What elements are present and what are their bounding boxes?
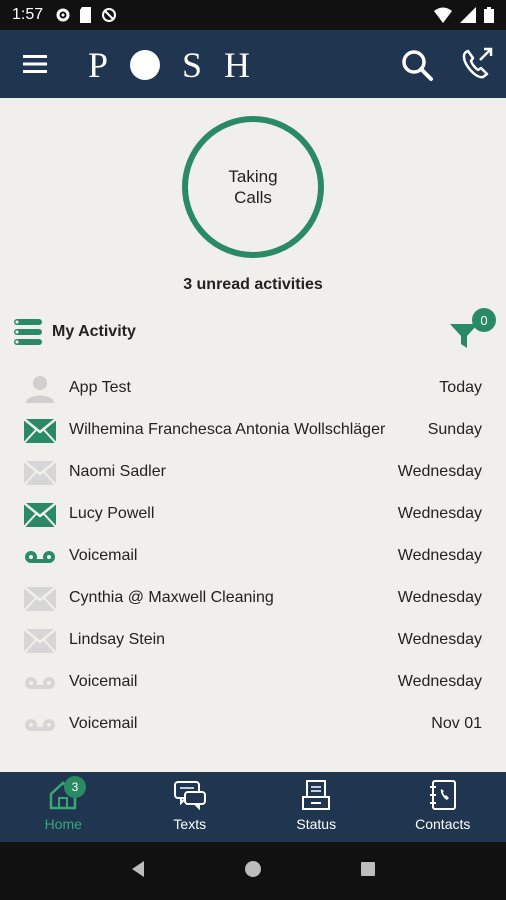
envelope-icon (24, 459, 56, 487)
activity-row[interactable]: Lucy Powell Wednesday (0, 494, 506, 536)
activity-date: Today (439, 379, 482, 396)
settings-icon (56, 8, 70, 22)
availability-line2: Calls (234, 188, 272, 207)
chat-bubbles-icon (173, 778, 207, 812)
home-badge: 3 (64, 776, 86, 798)
filter-count-badge: 0 (472, 308, 496, 332)
availability-status-button[interactable]: Taking Calls (182, 116, 324, 258)
activity-row[interactable]: Lindsay Stein Wednesday (0, 620, 506, 662)
nav-home-label: Home (44, 816, 82, 832)
filter-button[interactable]: 0 (448, 308, 496, 350)
activity-row[interactable]: Voicemail Wednesday (0, 536, 506, 578)
activity-name: Cynthia @ Maxwell Cleaning (69, 589, 274, 606)
blocked-icon (102, 8, 117, 22)
voicemail-icon (24, 543, 56, 571)
nav-home[interactable]: 3 Home (0, 772, 127, 842)
envelope-icon (24, 585, 56, 613)
voicemail-icon (24, 669, 56, 697)
activity-row[interactable]: Naomi Sadler Wednesday (0, 452, 506, 494)
nav-texts[interactable]: Texts (127, 772, 254, 842)
activity-name: Lucy Powell (69, 505, 155, 522)
system-navigation-bar (0, 842, 506, 900)
system-status-bar: 1:57 (0, 0, 506, 30)
availability-line1: Taking (228, 167, 278, 186)
status-tray-icon (299, 778, 333, 812)
activity-date: Sunday (427, 421, 482, 438)
logo-letter-p: P (88, 45, 131, 85)
envelope-icon (24, 501, 56, 529)
status-time: 1:57 (12, 6, 44, 23)
home-circle-icon[interactable] (243, 859, 263, 884)
posh-logo: P SH (88, 44, 272, 86)
phone-outgoing-icon[interactable] (460, 46, 494, 82)
activity-date: Wednesday (397, 589, 482, 606)
unread-activities-text: 3 unread activities (183, 276, 323, 293)
activity-row[interactable]: Cynthia @ Maxwell Cleaning Wednesday (0, 578, 506, 620)
activity-list: App Test Today Wilhemina Franchesca Anto… (0, 368, 506, 746)
activity-date: Wednesday (397, 505, 482, 522)
activity-date: Wednesday (397, 547, 482, 564)
activity-date: Wednesday (397, 673, 482, 690)
activity-name: Lindsay Stein (69, 631, 166, 648)
activity-name: Wilhemina Franchesca Antonia Wollschläge… (69, 421, 386, 438)
envelope-icon (24, 417, 56, 445)
sd-card-icon (80, 7, 92, 23)
activity-name: Voicemail (69, 673, 138, 690)
activity-list-icon (14, 319, 42, 345)
battery-icon (484, 7, 494, 23)
activity-date: Nov 01 (431, 715, 482, 732)
back-icon[interactable] (128, 859, 148, 884)
app-bar: P SH (0, 30, 506, 98)
envelope-icon (24, 627, 56, 655)
activity-name: App Test (69, 379, 131, 396)
voicemail-icon (24, 711, 56, 739)
activity-name: Voicemail (69, 715, 138, 732)
activity-date: Wednesday (397, 463, 482, 480)
nav-status[interactable]: Status (253, 772, 380, 842)
signal-icon (460, 7, 476, 23)
activity-header: My Activity 0 (12, 308, 496, 350)
activity-title: My Activity (52, 323, 136, 340)
logo-letters-sh: SH (182, 45, 273, 85)
nav-contacts-label: Contacts (415, 816, 471, 832)
person-icon (24, 375, 56, 403)
nav-status-label: Status (296, 816, 337, 832)
search-icon[interactable] (400, 48, 434, 82)
nav-texts-label: Texts (173, 816, 207, 832)
activity-row[interactable]: App Test Today (0, 368, 506, 410)
hamburger-menu-icon[interactable] (20, 52, 50, 76)
activity-row[interactable]: Voicemail Wednesday (0, 662, 506, 704)
wifi-icon (434, 7, 452, 23)
logo-dot (130, 50, 161, 80)
recents-icon[interactable] (358, 859, 378, 884)
activity-name: Naomi Sadler (69, 463, 166, 480)
bottom-navigation: 3 Home Texts Status Contacts (0, 772, 506, 842)
activity-row[interactable]: Wilhemina Franchesca Antonia Wollschläge… (0, 410, 506, 452)
activity-row[interactable]: Voicemail Nov 01 (0, 704, 506, 746)
activity-date: Wednesday (397, 631, 482, 648)
nav-contacts[interactable]: Contacts (380, 772, 506, 842)
activity-name: Voicemail (69, 547, 138, 564)
address-book-icon (426, 778, 460, 812)
